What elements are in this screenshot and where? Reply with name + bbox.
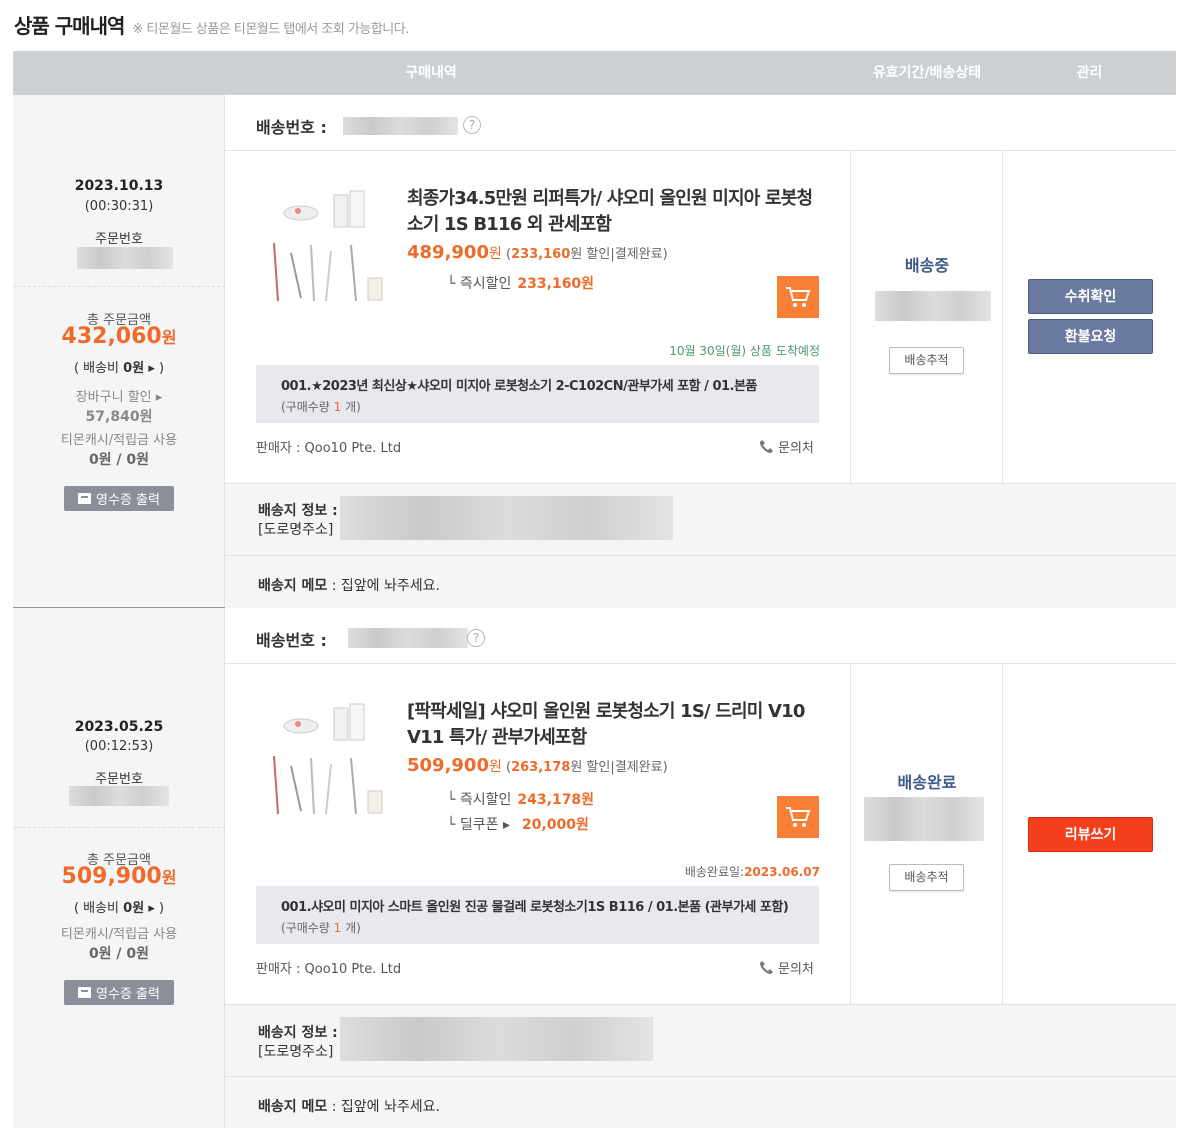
order-detail: 배송번호 : ? [팍팍세일] 샤오미 올인원 로봇청소기 1S/ 드리미 V1…	[225, 608, 1176, 1128]
address-redacted	[340, 1017, 653, 1061]
option-quantity: (구매수량 1 개)	[281, 921, 361, 935]
invoice-redacted	[875, 291, 991, 321]
seller-info: 판매자 : Qoo10 Pte. Ltd	[256, 441, 402, 456]
instant-discount: └ 즉시할인 243,178원	[447, 792, 595, 808]
product-image[interactable]	[256, 696, 391, 831]
invoice-redacted	[864, 797, 984, 841]
inquiry-link[interactable]: 문의처	[759, 958, 814, 977]
address-redacted	[340, 496, 673, 540]
memo-row: 배송지 메모 : 집앞에 놔주세요.	[225, 555, 1176, 608]
shipping-fee: ( 배송비 0원 ▸ )	[73, 901, 165, 916]
cart-icon	[786, 807, 811, 827]
option-quantity: (구매수량 1 개)	[281, 400, 361, 414]
help-icon[interactable]: ?	[463, 116, 481, 134]
robot-vacuum-image	[273, 190, 383, 302]
phone-icon	[760, 961, 773, 974]
product-section: 최종가34.5만원 리퍼특가/ 샤오미 올인원 미지아 로봇청소기 1S B11…	[225, 151, 850, 483]
confirm-receipt-button[interactable]: 수취확인	[1028, 279, 1153, 314]
cash-points-value: 0원 / 0원	[88, 946, 150, 962]
deal-coupon[interactable]: └ 딜쿠폰 ▸ 20,000원	[447, 814, 589, 834]
track-shipment-button[interactable]: 배송추적	[889, 864, 964, 891]
order-number-redacted	[69, 786, 169, 806]
instant-discount: └ 즉시할인 233,160원	[447, 276, 595, 292]
cash-points-label: 티몬캐시/적립금 사용	[60, 433, 178, 448]
product-title[interactable]: [팍팍세일] 샤오미 올인원 로봇청소기 1S/ 드리미 V10 V11 특가/…	[407, 699, 827, 751]
order-summary: 2023.05.25 (00:12:53) 주문번호 총 주문금액 509,90…	[13, 608, 225, 1128]
robot-vacuum-image	[273, 703, 383, 815]
order-number-label: 주문번호	[95, 232, 143, 247]
manage-column: 리뷰쓰기	[1002, 664, 1176, 1004]
cart-icon	[786, 287, 811, 307]
col-manage: 관리	[1076, 65, 1103, 81]
manage-column: 수취확인 환불요청	[1002, 151, 1176, 483]
address-label: 배송지 정보 : [도로명주소]	[258, 1025, 338, 1060]
option-box: 001.★2023년 최신상★샤오미 미지아 로봇청소기 2-C102CN/관부…	[256, 365, 819, 423]
phone-icon	[760, 440, 773, 453]
seller-info: 판매자 : Qoo10 Pte. Ltd	[256, 962, 402, 977]
shipping-number-label: 배송번호 :	[256, 631, 327, 650]
order-detail: 배송번호 : ? 최종가34.5만원 리퍼특가/ 샤오미 올인원 미지아 로봇청…	[225, 95, 1176, 608]
write-review-button[interactable]: 리뷰쓰기	[1028, 817, 1153, 852]
address-label: 배송지 정보 : [도로명주소]	[258, 503, 338, 538]
option-name: 001.샤오미 미지아 스마트 올인원 진공 물걸레 로봇청소기1S B116 …	[281, 900, 789, 915]
memo-row: 배송지 메모 : 집앞에 놔주세요.	[225, 1076, 1176, 1128]
address-row: 배송지 정보 : [도로명주소]	[225, 1004, 1176, 1076]
cart-discount-link[interactable]: 장바구니 할인 ▸	[13, 386, 225, 405]
order-row: 2023.05.25 (00:12:53) 주문번호 총 주문금액 509,90…	[13, 608, 1176, 1128]
shipping-number-row: 배송번호 : ?	[225, 95, 1176, 151]
shipping-number-redacted	[343, 117, 458, 135]
price-line: 489,900원 (233,160원 할인|결제완료)	[407, 242, 668, 263]
option-box: 001.샤오미 미지아 스마트 올인원 진공 물걸레 로봇청소기1S B116 …	[256, 886, 819, 944]
status-column: 배송완료 배송추적	[850, 664, 1002, 1004]
total-amount: 509,900원	[61, 864, 177, 889]
option-name: 001.★2023년 최신상★샤오미 미지아 로봇청소기 2-C102CN/관부…	[281, 379, 757, 394]
order-date: 2023.10.13	[74, 178, 164, 194]
cash-points-value: 0원 / 0원	[88, 452, 150, 468]
product-section: [팍팍세일] 샤오미 올인원 로봇청소기 1S/ 드리미 V10 V11 특가/…	[225, 664, 850, 1004]
receipt-button[interactable]: 영수증 출력	[64, 980, 174, 1005]
table-header: 구매내역 유효기간/배송상태 관리	[13, 51, 1176, 95]
delivery-eta: 10월 30일(월) 상품 도착예정	[669, 344, 820, 358]
refund-request-button[interactable]: 환불요청	[1028, 319, 1153, 354]
shipping-fee: ( 배송비 0원 ▸ )	[73, 361, 165, 376]
cart-discount-value: 57,840원	[85, 409, 153, 425]
order-time: (00:30:31)	[84, 199, 154, 214]
shipping-memo: 배송지 메모 : 집앞에 놔주세요.	[258, 1099, 440, 1115]
receipt-button[interactable]: 영수증 출력	[64, 486, 174, 511]
page-header: 상품 구매내역 ※ 티몬월드 상품은 티몬월드 탭에서 조회 가능합니다.	[14, 10, 409, 40]
add-to-cart-button[interactable]	[777, 276, 819, 318]
status-column: 배송중 배송추적	[850, 151, 1002, 483]
product-image[interactable]	[256, 183, 391, 318]
printer-icon	[78, 493, 92, 504]
delivery-status: 배송완료	[897, 773, 957, 792]
add-to-cart-button[interactable]	[777, 796, 819, 838]
track-shipment-button[interactable]: 배송추적	[889, 347, 964, 374]
shipping-number-row: 배송번호 : ?	[225, 608, 1176, 664]
price-line: 509,900원 (263,178원 할인|결제완료)	[407, 755, 668, 776]
order-summary: 2023.10.13 (00:30:31) 주문번호 총 주문금액 432,06…	[13, 95, 225, 607]
shipping-number-label: 배송번호 :	[256, 118, 327, 137]
address-row: 배송지 정보 : [도로명주소]	[225, 483, 1176, 555]
delivery-complete-date: 배송완료일:2023.06.07	[684, 865, 820, 879]
order-row: 2023.10.13 (00:30:31) 주문번호 총 주문금액 432,06…	[13, 95, 1176, 608]
order-time: (00:12:53)	[84, 739, 154, 754]
total-amount: 432,060원	[61, 324, 177, 349]
page-title: 상품 구매내역	[14, 14, 125, 38]
col-status: 유효기간/배송상태	[872, 65, 982, 81]
inquiry-link[interactable]: 문의처	[759, 437, 814, 456]
shipping-memo: 배송지 메모 : 집앞에 놔주세요.	[258, 578, 440, 594]
order-number-label: 주문번호	[95, 772, 143, 787]
delivery-status: 배송중	[904, 256, 950, 275]
product-title[interactable]: 최종가34.5만원 리퍼특가/ 샤오미 올인원 미지아 로봇청소기 1S B11…	[407, 186, 827, 238]
divider	[13, 827, 225, 828]
shipping-number-redacted	[348, 628, 468, 648]
help-icon[interactable]: ?	[467, 629, 485, 647]
page-note: ※ 티몬월드 상품은 티몬월드 탭에서 조회 가능합니다.	[132, 22, 409, 37]
col-purchase-history: 구매내역	[405, 65, 457, 81]
divider	[13, 286, 225, 287]
order-date: 2023.05.25	[74, 719, 164, 735]
printer-icon	[78, 987, 92, 998]
order-number-redacted	[77, 247, 173, 269]
cash-points-label: 티몬캐시/적립금 사용	[60, 927, 178, 942]
